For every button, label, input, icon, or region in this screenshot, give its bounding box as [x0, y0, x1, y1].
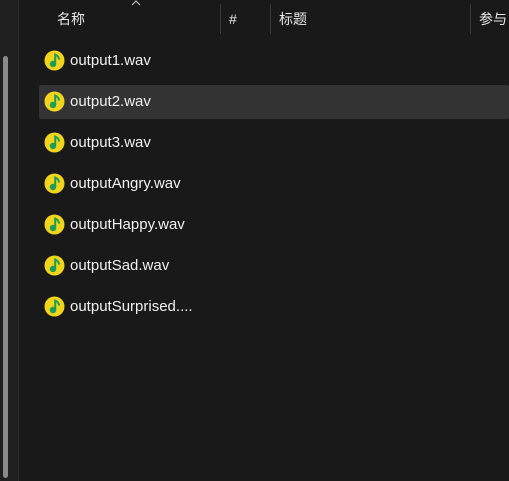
- music-file-icon: [44, 255, 65, 276]
- file-row[interactable]: outputSurprised....: [39, 290, 509, 324]
- file-row[interactable]: outputSad.wav: [39, 249, 509, 283]
- file-row[interactable]: output3.wav: [39, 126, 509, 160]
- file-row[interactable]: output1.wav: [39, 44, 509, 78]
- music-file-icon: [44, 173, 65, 194]
- music-file-icon: [44, 91, 65, 112]
- sort-ascending-chevron-icon: [131, 0, 141, 6]
- nav-pane-scrollbar[interactable]: [3, 56, 8, 478]
- file-name: outputHappy.wav: [70, 216, 185, 233]
- music-file-icon: [44, 132, 65, 153]
- music-file-icon: [44, 214, 65, 235]
- music-file-icon: [44, 50, 65, 71]
- column-header-contributing-artists[interactable]: 参与: [471, 0, 509, 36]
- file-explorer-window: 名称 # 标题 参与 output1.wav output2.wav outpu…: [0, 0, 509, 481]
- file-name: output2.wav: [70, 93, 151, 110]
- column-header-name-label: 名称: [57, 11, 85, 27]
- column-header-title-label: 标题: [279, 11, 307, 27]
- file-row[interactable]: outputHappy.wav: [39, 208, 509, 242]
- file-name: outputSurprised....: [70, 298, 193, 315]
- music-file-icon: [44, 296, 65, 317]
- column-header-track-number[interactable]: #: [221, 0, 269, 36]
- navigation-pane: [0, 0, 19, 481]
- file-name: output1.wav: [70, 52, 151, 69]
- file-name: outputAngry.wav: [70, 175, 181, 192]
- column-header-title[interactable]: 标题: [271, 0, 469, 36]
- file-row-selected[interactable]: output2.wav: [39, 85, 509, 119]
- column-header-contributing-artists-label: 参与: [479, 11, 507, 27]
- column-header-row: 名称 # 标题 参与: [19, 0, 509, 36]
- file-name: output3.wav: [70, 134, 151, 151]
- column-header-track-number-label: #: [229, 11, 237, 27]
- file-row[interactable]: outputAngry.wav: [39, 167, 509, 201]
- file-name: outputSad.wav: [70, 257, 170, 274]
